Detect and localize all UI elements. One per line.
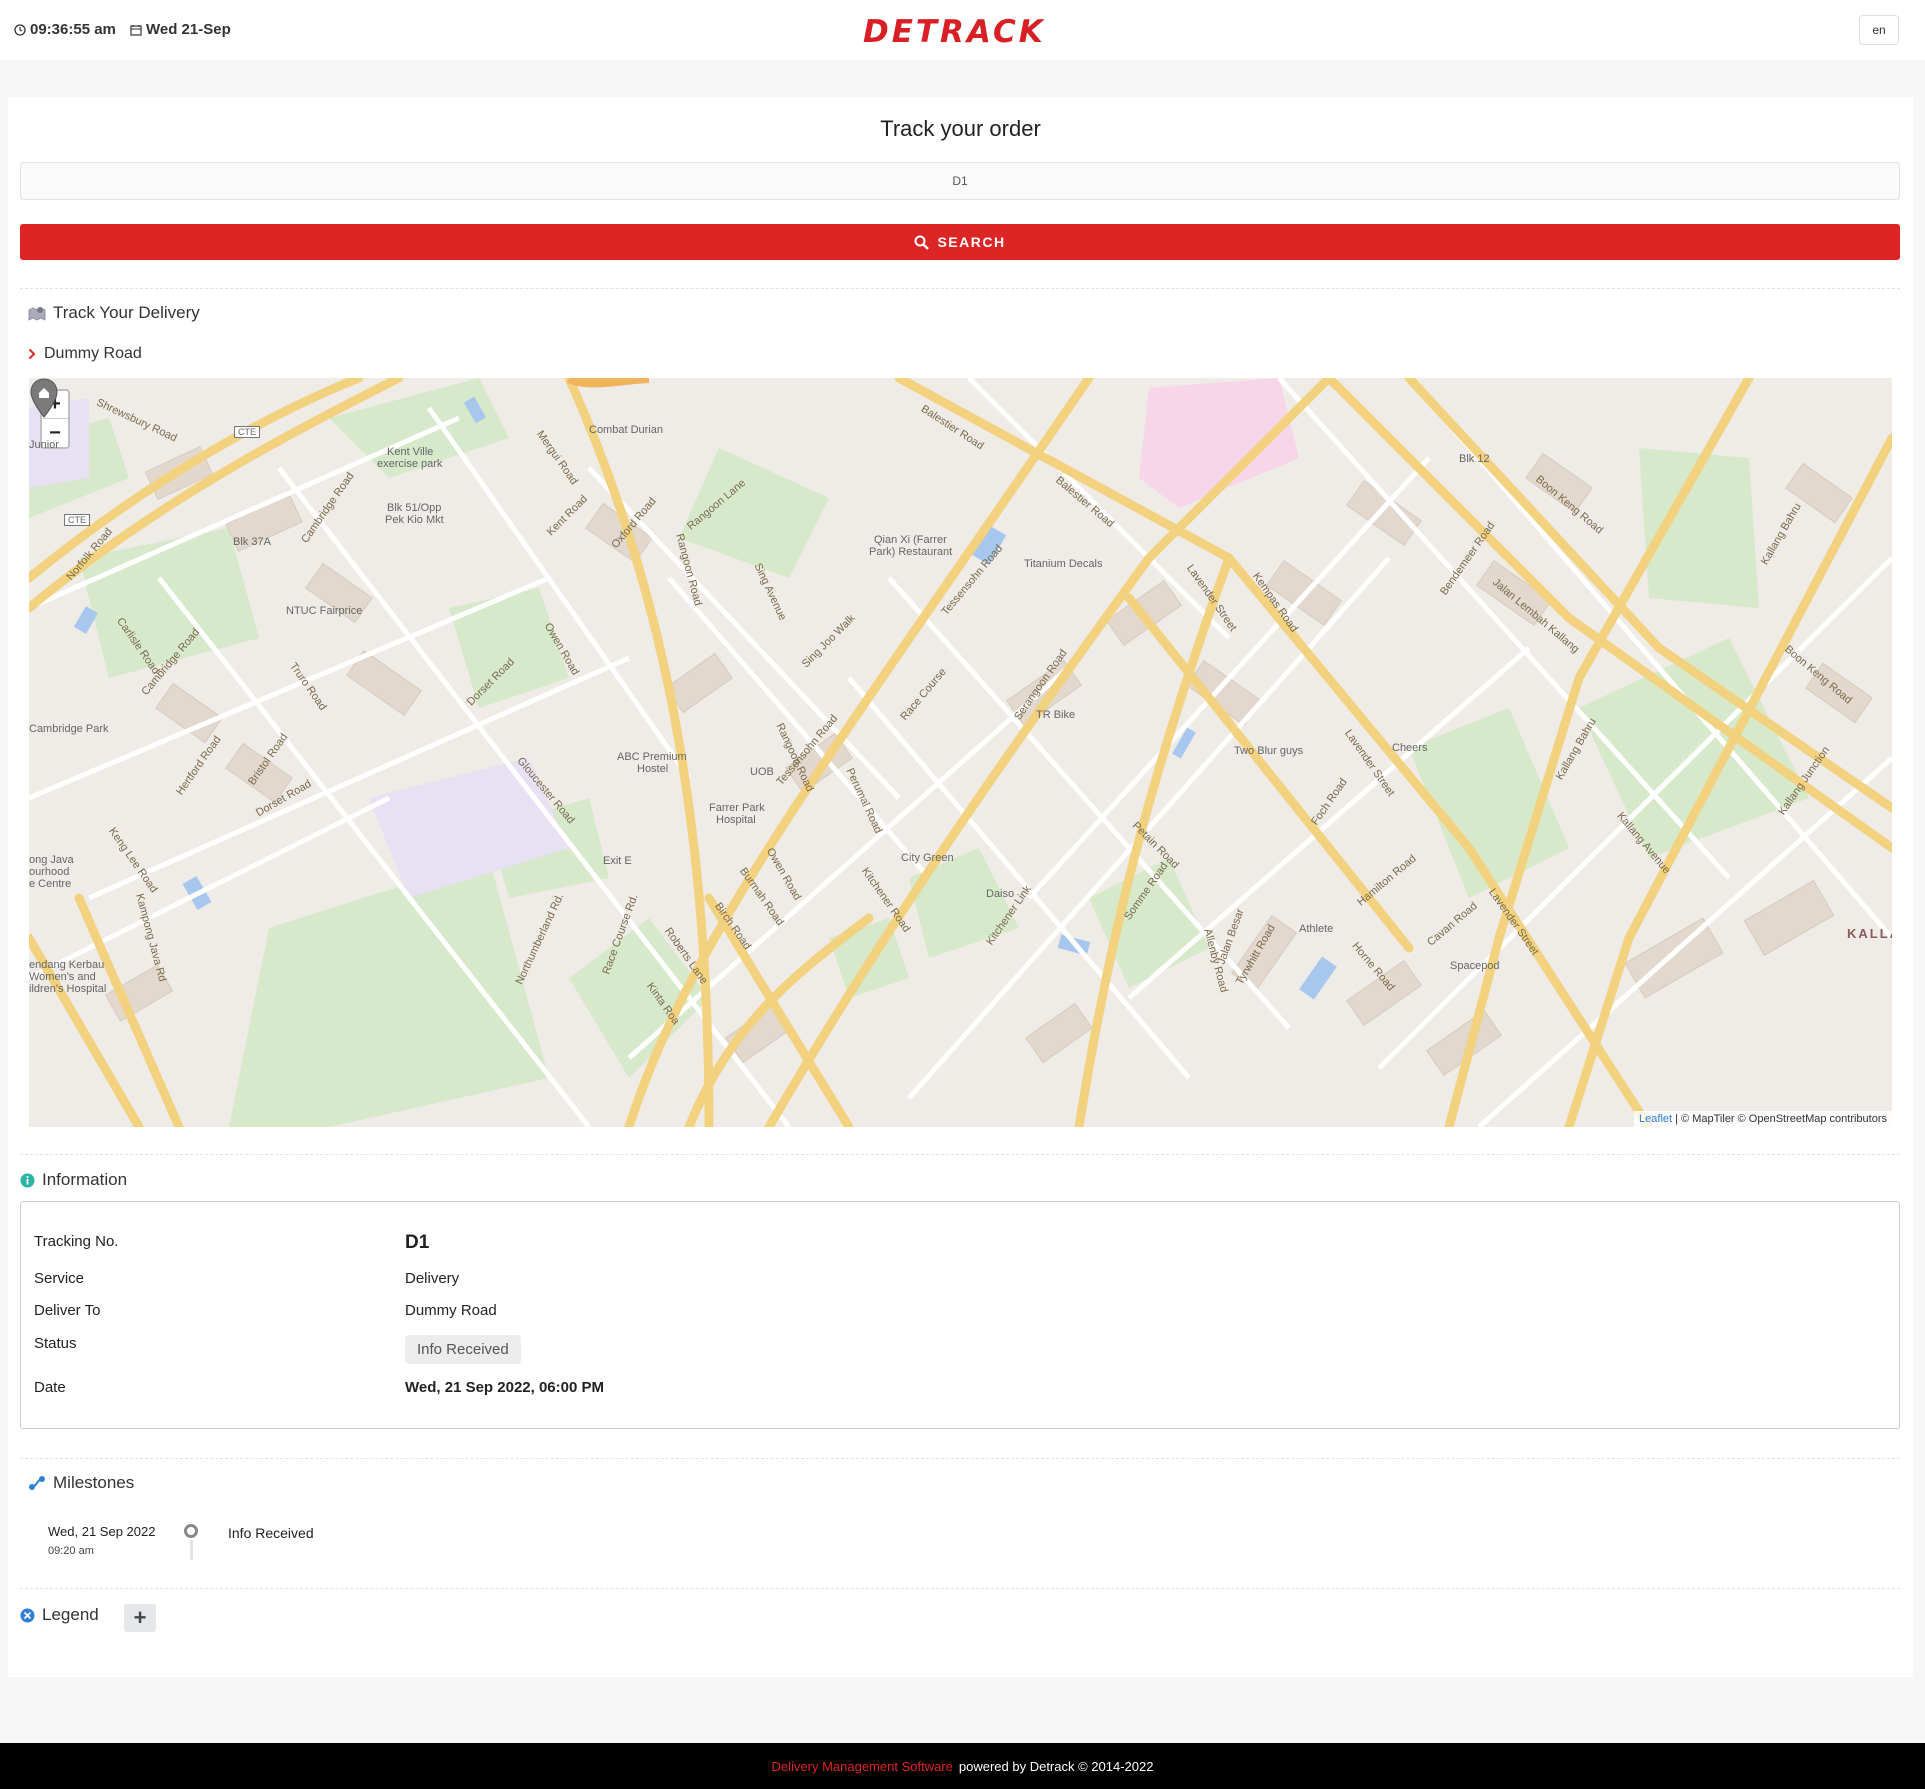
map-label: Daiso	[986, 888, 1015, 900]
detrack-logo[interactable]: DETRACK	[863, 14, 1046, 50]
chevron-right-icon	[28, 348, 36, 360]
legend-toggle-button[interactable]: +	[124, 1604, 156, 1632]
calendar-icon	[130, 24, 142, 36]
map-label: TR Bike	[1036, 709, 1076, 721]
map-label: Park) Restaurant	[869, 546, 953, 558]
deliver-to-value: Dummy Road	[405, 1302, 497, 1319]
map-label: KALLA	[1847, 926, 1892, 941]
map-label: Two Blur guys	[1234, 745, 1304, 757]
map-label: City Green	[901, 852, 954, 864]
map-label: Junior	[29, 439, 59, 451]
map-label: Cheers	[1392, 742, 1428, 754]
footer: Delivery Management Software powered by …	[0, 1743, 1925, 1789]
leaflet-link[interactable]: Leaflet	[1639, 1113, 1672, 1125]
language-button[interactable]: en	[1859, 15, 1899, 45]
milestones-icon	[29, 1476, 45, 1490]
milestone-time: 09:20 am	[48, 1545, 94, 1557]
milestones-title: Milestones	[53, 1473, 135, 1492]
page-title: Track your order	[880, 116, 1041, 141]
legend-heading: Legend	[20, 1605, 99, 1625]
track-delivery-heading: Track Your Delivery	[28, 303, 200, 323]
milestone-date: Wed, 21 Sep 2022	[48, 1524, 156, 1539]
map-label: Qian Xi (Farrer	[874, 534, 947, 546]
delivery-map[interactable]: + − Combat Durian Kent Ville exercise pa…	[29, 378, 1892, 1127]
legend-title: Legend	[42, 1605, 99, 1624]
tracking-number-value: D1	[405, 1232, 430, 1253]
map-label: Athlete	[1299, 923, 1334, 935]
current-date: Wed 21-Sep	[146, 21, 231, 38]
map-label: Women's and	[29, 971, 96, 983]
map-label: ong Java	[29, 854, 74, 866]
delivery-location-pin[interactable]	[29, 378, 59, 418]
divider	[20, 1154, 1900, 1155]
milestone-marker	[184, 1524, 198, 1538]
map-label: Combat Durian	[589, 424, 663, 436]
divider	[20, 1588, 1900, 1589]
legend-icon	[20, 1608, 35, 1622]
tracking-number-label: Tracking No.	[34, 1233, 119, 1250]
top-bar: 09:36:55 am Wed 21-Sep DETRACK en	[0, 0, 1925, 60]
delivery-address-row: Dummy Road	[28, 345, 142, 363]
information-title: Information	[42, 1170, 128, 1189]
map-label: Hostel	[637, 763, 669, 775]
map-label: Exit E	[603, 855, 632, 867]
attribution-text: | © MapTiler © OpenStreetMap contributor…	[1675, 1113, 1887, 1125]
clock: 09:36:55 am	[14, 21, 116, 38]
map-label: Blk 37A	[233, 536, 271, 548]
map-label: Spacepod	[1450, 960, 1500, 972]
map-label: Blk 51/Opp	[387, 502, 442, 514]
map-label: Kent Ville	[387, 446, 434, 458]
track-delivery-title: Track Your Delivery	[53, 303, 200, 322]
footer-link[interactable]: Delivery Management Software	[772, 1759, 953, 1774]
info-icon	[20, 1173, 35, 1187]
main-card: Track your order SEARCH Track Your Deliv…	[8, 97, 1913, 1677]
search-button-label: SEARCH	[937, 234, 1006, 250]
highway-shield: CTE	[64, 514, 90, 526]
map-attribution: Leaflet | © MapTiler © OpenStreetMap con…	[1634, 1111, 1892, 1127]
map-label: ildren's Hospital	[29, 983, 107, 995]
map-label: Blk 12	[1459, 453, 1490, 465]
status-label: Status	[34, 1335, 77, 1352]
map-location-icon	[28, 307, 46, 321]
map-label: NTUC Fairprice	[286, 605, 363, 617]
deliver-to-label: Deliver To	[34, 1302, 101, 1319]
map-label: exercise park	[377, 458, 443, 470]
milestones-heading: Milestones	[28, 1473, 134, 1493]
map-tiles	[29, 378, 1892, 1127]
map-label: UOB	[750, 766, 774, 778]
date-label: Date	[34, 1379, 66, 1396]
search-icon	[914, 235, 930, 250]
divider	[20, 288, 1900, 289]
map-label: endang Kerbau	[29, 959, 105, 971]
footer-text: powered by Detrack © 2014-2022	[958, 1758, 1154, 1774]
information-panel: Tracking No. D1 Service Delivery Deliver…	[20, 1201, 1900, 1429]
clock-icon	[14, 23, 26, 36]
map-label: Hospital	[716, 814, 756, 826]
map-label: Cambridge Park	[29, 723, 109, 735]
tracking-number-input[interactable]	[20, 162, 1900, 200]
status-badge: Info Received	[405, 1335, 521, 1364]
map-label: Pek Kio Mkt	[385, 514, 444, 526]
information-heading: Information	[20, 1170, 127, 1190]
service-value: Delivery	[405, 1270, 460, 1287]
service-label: Service	[34, 1270, 85, 1287]
date-display: Wed 21-Sep	[130, 21, 231, 38]
date-value: Wed, 21 Sep 2022, 06:00 PM	[405, 1379, 604, 1396]
milestone-status: Info Received	[228, 1525, 314, 1541]
map-label: e Centre	[29, 878, 72, 890]
highway-shield: CTE	[234, 426, 260, 438]
map-label: ABC Premium	[617, 751, 687, 763]
current-time: 09:36:55 am	[30, 21, 116, 38]
divider	[20, 1458, 1900, 1459]
map-label: ourhood	[29, 866, 70, 878]
map-label: Titanium Decals	[1024, 558, 1103, 570]
delivery-address: Dummy Road	[44, 345, 142, 362]
search-button[interactable]: SEARCH	[20, 224, 1900, 260]
map-label: Farrer Park	[709, 802, 765, 814]
milestone-line	[190, 1540, 193, 1560]
